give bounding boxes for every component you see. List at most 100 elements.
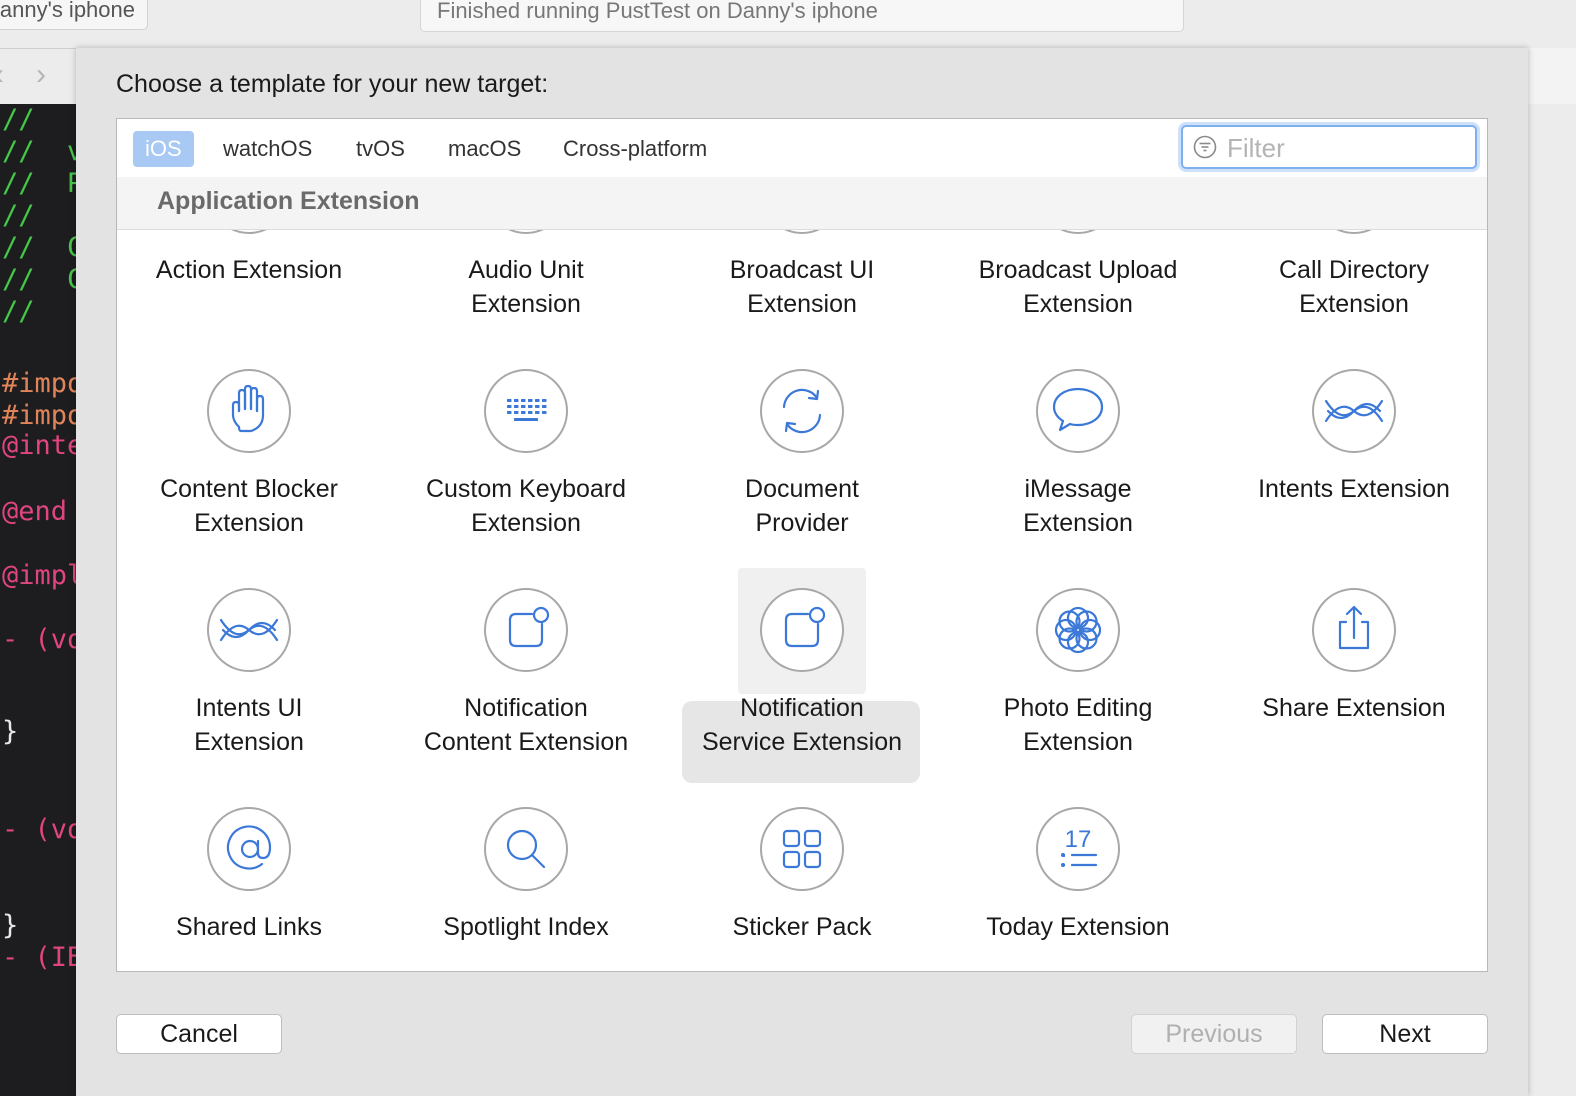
code-line: } <box>2 910 19 941</box>
template-item[interactable]: Call Directory Extension <box>1216 230 1487 369</box>
template-label: Call Directory Extension <box>1278 256 1430 318</box>
navigation-arrows: ‹ › <box>0 56 76 96</box>
template-item[interactable]: iMessage Extension <box>940 369 1216 588</box>
template-label: Content Blocker Extension <box>160 475 338 537</box>
section-header: Application Extension <box>117 177 1487 230</box>
filter-icon <box>1193 135 1217 159</box>
layers-icon <box>760 230 844 234</box>
code-line: @inte <box>2 430 76 461</box>
back-arrow-icon[interactable]: ‹ <box>0 56 4 94</box>
template-label: Intents UI Extension <box>194 694 304 756</box>
keyboard-icon <box>484 369 568 453</box>
next-button[interactable]: Next <box>1322 1014 1488 1054</box>
template-label: Share Extension <box>1262 694 1446 722</box>
platform-tabs: iOS watchOS tvOS macOS Cross-platform <box>117 119 1487 178</box>
cancel-button[interactable]: Cancel <box>116 1014 282 1054</box>
template-label: Photo Editing Extension <box>1003 694 1153 756</box>
previous-button[interactable]: Previous <box>1131 1014 1297 1054</box>
tab-macos[interactable]: macOS <box>436 131 533 167</box>
template-label: Notification Service Extension <box>701 694 903 756</box>
template-item[interactable]: Custom Keyboard Extension <box>388 369 664 588</box>
template-label: Custom Keyboard Extension <box>425 475 627 537</box>
code-line: // C <box>2 232 76 263</box>
template-item[interactable]: Broadcast UI Extension <box>664 230 940 369</box>
template-item[interactable]: Intents UI Extension <box>117 588 387 807</box>
window-toolbar: anny's iphone Finished running PustTest … <box>0 0 1576 49</box>
code-line: // <box>2 296 35 327</box>
code-line: // <box>2 200 35 231</box>
template-item[interactable]: 17 Today Extension <box>940 807 1216 971</box>
template-item[interactable]: Sticker Pack <box>664 807 940 971</box>
template-item[interactable]: Audio Unit Extension <box>388 230 664 369</box>
tab-tvos[interactable]: tvOS <box>344 131 417 167</box>
template-item[interactable]: Content Blocker Extension <box>117 369 387 588</box>
template-item[interactable]: Photo Editing Extension <box>940 588 1216 807</box>
template-label: Audio Unit Extension <box>468 256 584 318</box>
template-item[interactable]: Notification Service Extension <box>664 568 940 807</box>
four-squares-icon <box>760 807 844 891</box>
code-line: - (IB <box>2 942 76 973</box>
sync-arrows-icon <box>760 369 844 453</box>
run-destination-selector[interactable]: anny's iphone <box>0 0 148 30</box>
code-line: - (vo <box>2 814 76 845</box>
layers-icon <box>1036 230 1120 234</box>
code-line: @end <box>2 496 68 527</box>
forward-arrow-icon[interactable]: › <box>36 56 46 94</box>
code-line: } <box>2 716 19 747</box>
code-line: // v <box>2 136 76 167</box>
code-line: @impl <box>2 560 76 591</box>
audio-wave-icon <box>484 230 568 234</box>
share-icon <box>1312 588 1396 672</box>
template-item[interactable]: Document Provider <box>664 369 940 588</box>
activity-status-display: Finished running PustTest on Danny's iph… <box>420 0 1184 32</box>
code-editor[interactable]: //// v// P//// C// C//#impo #impo @inte @en… <box>0 104 76 1096</box>
phone-icon <box>1312 230 1396 234</box>
right-toolbar-area <box>1528 48 1576 104</box>
code-line: #impo <box>2 400 76 431</box>
template-item[interactable]: Shared Links <box>117 807 387 971</box>
template-label: Shared Links <box>176 913 322 941</box>
template-grid: Action Extension Audio Unit Extension Broa… <box>117 230 1487 971</box>
template-label: Broadcast Upload Extension <box>978 256 1178 318</box>
new-target-sheet: Choose a template for your new target: i… <box>76 48 1528 1096</box>
template-label: Sticker Pack <box>732 913 872 941</box>
at-sign-icon <box>207 807 291 891</box>
template-panel: iOS watchOS tvOS macOS Cross-platform Ap… <box>116 118 1488 972</box>
template-label: Notification Content Extension <box>423 694 629 756</box>
template-item[interactable]: Action Extension <box>117 230 387 369</box>
filter-input[interactable] <box>1225 131 1469 165</box>
hand-icon <box>207 369 291 453</box>
flower-icon <box>1036 588 1120 672</box>
template-label: Intents Extension <box>1258 475 1450 503</box>
template-label: iMessage Extension <box>1023 475 1133 537</box>
section-title: Application Extension <box>157 187 420 215</box>
template-label: Today Extension <box>986 913 1170 941</box>
code-line: // <box>2 104 35 135</box>
gear-icon <box>207 230 291 234</box>
template-label: Document Provider <box>745 475 859 537</box>
sheet-title: Choose a template for your new target: <box>116 70 549 98</box>
template-label: Broadcast UI Extension <box>729 256 875 318</box>
notification-badge-icon <box>760 588 844 672</box>
tab-cross-platform[interactable]: Cross-platform <box>551 131 719 167</box>
inspector-strip <box>1528 104 1576 1096</box>
intents-wave-icon <box>207 588 291 672</box>
filter-field[interactable] <box>1181 125 1477 169</box>
template-item[interactable]: Intents Extension <box>1216 369 1487 588</box>
template-item[interactable]: Spotlight Index <box>388 807 664 971</box>
code-line: // P <box>2 168 76 199</box>
tab-watchos[interactable]: watchOS <box>211 131 324 167</box>
code-line: #impo <box>2 368 76 399</box>
tab-ios[interactable]: iOS <box>133 131 194 167</box>
template-label: Action Extension <box>155 256 343 284</box>
template-label: Spotlight Index <box>443 913 609 941</box>
intents-wave-icon <box>1312 369 1396 453</box>
template-item[interactable]: Notification Content Extension <box>388 588 664 807</box>
template-item[interactable]: Broadcast Upload Extension <box>940 230 1216 369</box>
svg-text:17: 17 <box>1065 826 1092 853</box>
code-line: // C <box>2 264 76 295</box>
code-line: - (vo <box>2 624 76 655</box>
template-item[interactable]: Share Extension <box>1216 588 1487 807</box>
calendar-list-icon: 17 <box>1036 807 1120 891</box>
notification-badge-icon <box>484 588 568 672</box>
